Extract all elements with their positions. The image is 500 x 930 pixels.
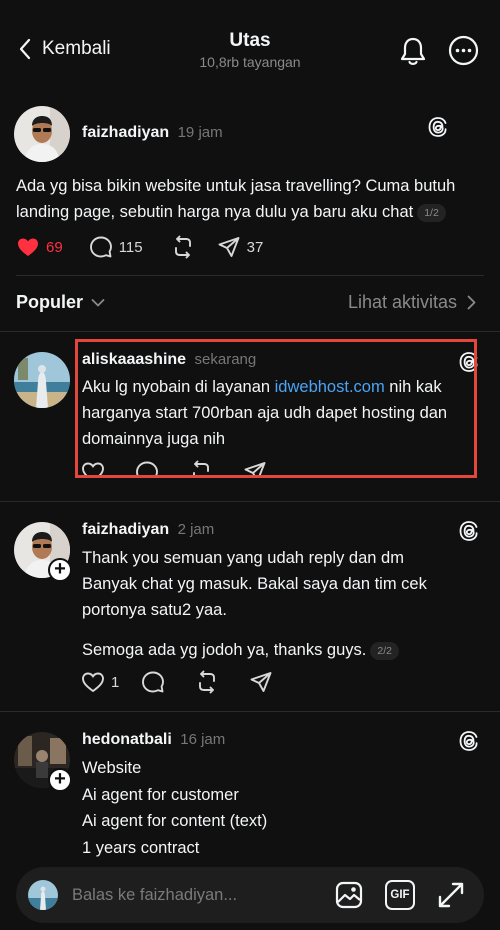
more-icon[interactable] (448, 35, 479, 66)
chevron-down-icon (91, 298, 105, 306)
avatar[interactable] (14, 352, 70, 408)
divider (0, 711, 500, 712)
reply-line: Website (82, 759, 142, 777)
view-activity-link[interactable]: Lihat aktivitas (348, 292, 476, 313)
reply-line: portonya satu2 yaa. (82, 601, 227, 619)
reply-text: Thank you semuan yang udah reply dan dm … (82, 545, 482, 663)
activity-label: Lihat aktivitas (347, 292, 457, 312)
reply-line: Thank you semuan yang udah reply dan dm (82, 549, 404, 567)
avatar (28, 880, 58, 910)
repost-icon (174, 235, 191, 259)
post-text: Ada yg bisa bikin website untuk jasa tra… (16, 173, 476, 225)
follow-plus-icon[interactable]: + (48, 768, 72, 792)
divider (16, 275, 484, 276)
like-button[interactable]: 1 (81, 670, 119, 694)
comment-count: 115 (118, 238, 143, 256)
reply-time: 2 jam (177, 521, 215, 538)
reply-actions: 1 (81, 670, 295, 694)
post-actions: 69 115 37 (16, 235, 285, 259)
reply-line-last: Semoga ada yg jodoh ya, thanks guys. 2/2 (82, 637, 482, 663)
reply-line: Banyak chat yg masuk. Bakal saya dan tim… (82, 575, 427, 593)
comment-button[interactable] (141, 670, 165, 694)
post-time: 19 jam (177, 124, 223, 141)
repost-button[interactable] (195, 670, 219, 694)
sort-label: Populer (16, 292, 84, 312)
page-indicator: 1/2 (417, 203, 446, 222)
comment-button[interactable]: 115 (89, 235, 143, 259)
threads-icon[interactable] (426, 115, 450, 139)
heart-icon (82, 672, 104, 693)
reply-text: Website Ai agent for customer Ai agent f… (82, 755, 482, 861)
reply-username[interactable]: hedonatbali (82, 731, 172, 748)
header: Kembali Utas 10,8rb tayangan (0, 0, 500, 95)
threads-icon[interactable] (457, 519, 481, 543)
sort-dropdown[interactable]: Populer (16, 292, 105, 313)
share-icon (250, 672, 272, 692)
gif-button[interactable]: GIF (385, 880, 415, 910)
repost-icon (199, 670, 216, 694)
reply-last-text: Semoga ada yg jodoh ya, thanks guys. (82, 641, 367, 659)
divider (0, 501, 500, 502)
page-indicator: 2/2 (370, 641, 399, 660)
highlight-box (75, 339, 477, 478)
comment-icon (89, 236, 112, 258)
share-button[interactable] (249, 670, 273, 694)
image-icon[interactable] (334, 880, 364, 910)
chevron-right-icon (467, 295, 476, 310)
comment-icon (142, 671, 165, 693)
post-text-body: Ada yg bisa bikin website untuk jasa tra… (16, 177, 456, 221)
avatar[interactable] (14, 106, 70, 162)
share-icon (218, 237, 240, 257)
like-count: 1 (111, 673, 120, 691)
like-count: 69 (46, 238, 63, 256)
reply-input[interactable] (72, 883, 322, 907)
reply-time: 16 jam (180, 731, 226, 748)
post-username[interactable]: faizhadiyan (82, 124, 169, 141)
gif-icon: GIF (390, 889, 410, 901)
share-button[interactable]: 37 (217, 235, 264, 259)
bell-icon[interactable] (398, 35, 428, 67)
expand-icon[interactable] (436, 880, 466, 910)
reply-bar: GIF (16, 867, 484, 923)
like-button[interactable]: 69 (16, 235, 63, 259)
divider (0, 331, 500, 332)
follow-plus-icon[interactable]: + (48, 558, 72, 582)
share-count: 37 (246, 238, 264, 256)
reply-line: Ai agent for content (text) (82, 812, 268, 830)
repost-button[interactable] (171, 235, 195, 259)
threads-icon[interactable] (457, 729, 481, 753)
reply-username[interactable]: faizhadiyan (82, 521, 169, 538)
reply-line: Ai agent for customer (82, 785, 239, 804)
reply-line: 1 years contract (82, 838, 200, 857)
heart-icon (18, 238, 38, 256)
